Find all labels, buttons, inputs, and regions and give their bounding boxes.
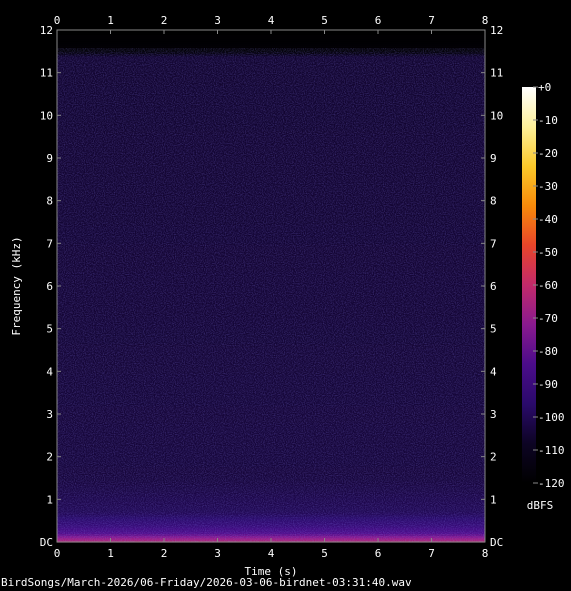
x-tick-label-top: 2 bbox=[161, 14, 168, 27]
x-tick-label-bottom: 7 bbox=[428, 547, 435, 560]
colorbar-tick-label: -20 bbox=[538, 147, 558, 160]
colorbar-label: dBFS bbox=[527, 499, 554, 512]
x-tick-label-bottom: 2 bbox=[161, 547, 168, 560]
colorbar-tick-label: -30 bbox=[538, 180, 558, 193]
y-tick-label-left: 6 bbox=[46, 280, 53, 293]
x-tick-label-bottom: 4 bbox=[268, 547, 275, 560]
y-tick-label-left: 4 bbox=[46, 365, 53, 378]
y-tick-label-right: 7 bbox=[490, 237, 497, 250]
x-tick-label-bottom: 1 bbox=[107, 547, 114, 560]
x-tick-label-top: 3 bbox=[214, 14, 221, 27]
x-tick-label-bottom: 0 bbox=[54, 547, 61, 560]
colorbar-tick-label: -50 bbox=[538, 246, 558, 259]
x-tick-label-bottom: 6 bbox=[375, 547, 382, 560]
colorbar-tick-label: -120 bbox=[538, 477, 565, 490]
noise-texture bbox=[57, 48, 485, 542]
y-tick-label-left: 8 bbox=[46, 195, 53, 208]
colorbar-tick-label: -100 bbox=[538, 411, 565, 424]
x-tick-label-top: 7 bbox=[428, 14, 435, 27]
y-tick-label-left: 11 bbox=[40, 67, 53, 80]
y-tick-label-left: 1 bbox=[46, 493, 53, 506]
colorbar-tick-label: -90 bbox=[538, 378, 558, 391]
y-tick-label-right: 12 bbox=[490, 24, 503, 37]
colorbar-tick-label: -70 bbox=[538, 312, 558, 325]
x-tick-label-top: 6 bbox=[375, 14, 382, 27]
y-tick-label-right: 1 bbox=[490, 493, 497, 506]
y-tick-label-right: 11 bbox=[490, 67, 503, 80]
x-tick-label-bottom: 5 bbox=[321, 547, 328, 560]
y-tick-label-left: DC bbox=[40, 536, 53, 549]
spectrogram-plot bbox=[56, 29, 486, 543]
y-tick-label-right: 4 bbox=[490, 365, 497, 378]
y-tick-label-left: 5 bbox=[46, 323, 53, 336]
x-tick-label-top: 5 bbox=[321, 14, 328, 27]
colorbar-tick-label: -110 bbox=[538, 444, 565, 457]
y-tick-label-right: 10 bbox=[490, 109, 503, 122]
y-axis-label: Frequency (kHz) bbox=[10, 236, 23, 335]
y-tick-label-right: DC bbox=[490, 536, 503, 549]
colorbar-tick-label: -60 bbox=[538, 279, 558, 292]
x-tick-label-top: 8 bbox=[482, 14, 489, 27]
y-tick-label-right: 8 bbox=[490, 195, 497, 208]
x-tick-label-top: 0 bbox=[54, 14, 61, 27]
y-tick-label-right: 3 bbox=[490, 408, 497, 421]
y-tick-label-right: 6 bbox=[490, 280, 497, 293]
y-tick-label-left: 3 bbox=[46, 408, 53, 421]
x-tick-label-bottom: 8 bbox=[482, 547, 489, 560]
x-tick-label-top: 4 bbox=[268, 14, 275, 27]
y-tick-label-left: 2 bbox=[46, 451, 53, 464]
spectrogram-figure: 001122334455667788 DC DC1 12 23 34 45 56 67 78 89… bbox=[10, 14, 565, 578]
y-tick-label-right: 9 bbox=[490, 152, 497, 165]
colorbar-ticks: +0 -10 -20 -30 -40 -50 -60 -70 -80 -90 -100 -110 -12… bbox=[533, 81, 565, 490]
y-tick-label-right: 2 bbox=[490, 451, 497, 464]
y-tick-label-left: 7 bbox=[46, 237, 53, 250]
y-tick-label-left: 9 bbox=[46, 152, 53, 165]
y-tick-label-left: 12 bbox=[40, 24, 53, 37]
colorbar: +0 -10 -20 -30 -40 -50 -60 -70 -80 -90 -100 -110 -12… bbox=[522, 81, 565, 512]
y-tick-label-left: 10 bbox=[40, 109, 53, 122]
colorbar-tick-label: +0 bbox=[538, 81, 551, 94]
x-tick-label-bottom: 3 bbox=[214, 547, 221, 560]
colorbar-tick-label: -10 bbox=[538, 114, 558, 127]
colorbar-tick-label: -80 bbox=[538, 345, 558, 358]
colorbar-tick-label: -40 bbox=[538, 213, 558, 226]
file-path-caption: BirdSongs/March-2026/06-Friday/2026-03-0… bbox=[1, 576, 412, 589]
x-tick-label-top: 1 bbox=[107, 14, 114, 27]
y-tick-label-right: 5 bbox=[490, 323, 497, 336]
